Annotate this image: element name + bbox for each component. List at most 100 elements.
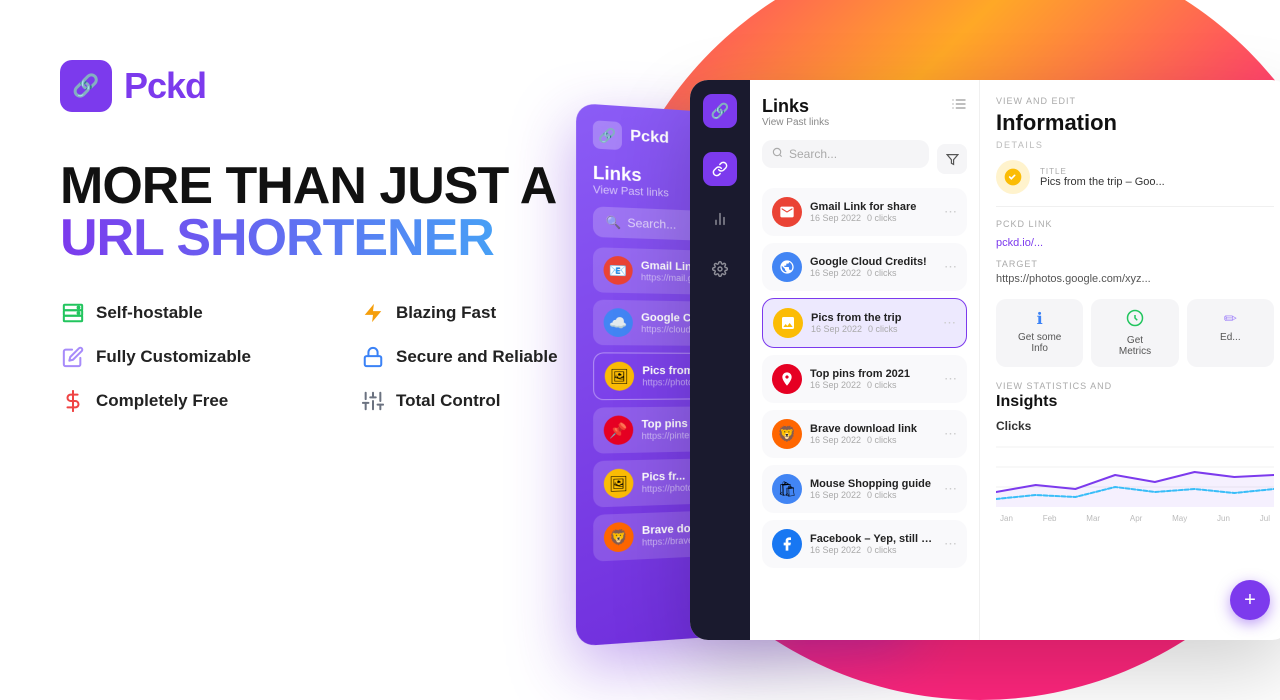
features-grid: Self-hostable Blazing Fast Fully Customi… [60,300,620,414]
chart-label-feb: Feb [1043,514,1057,523]
detail-info-title-content: TITLE Pics from the trip – Goo... [1040,167,1274,188]
links-panel: Links View Past links Search... [750,80,980,640]
pics2-icon-back: 🖼 [604,468,634,498]
gcloud-icon [772,252,802,282]
chart-label-jul: Jul [1260,514,1270,523]
link-card-gmail[interactable]: Gmail Link for share 16 Sep 20220 clicks… [762,188,967,236]
link-card-facebook-info: Facebook – Yep, still use it :( 16 Sep 2… [810,533,936,555]
links-panel-title: Links [762,96,829,117]
link-card-facebook[interactable]: Facebook – Yep, still use it :( 16 Sep 2… [762,520,967,568]
feature-fully-customizable: Fully Customizable [60,344,320,370]
facebook-icon [772,529,802,559]
target-label: TARGET [996,259,1274,269]
search-text-back: Search... [627,216,676,232]
more-icon-4[interactable]: ⋯ [944,371,957,387]
hero-line2: URL SHORTENER [60,212,620,264]
links-panel-header: Links View Past links [762,96,967,128]
feature-label-secure-reliable: Secure and Reliable [396,347,558,367]
more-icon-7[interactable]: ⋯ [944,536,957,552]
more-icon-6[interactable]: ⋯ [944,481,957,497]
more-icon[interactable]: ⋯ [944,204,957,220]
panel-back-title: Pckd [630,128,669,148]
front-sidebar: 🔗 [690,80,750,640]
link-card-pics-name: Pics from the trip [811,312,935,324]
sliders-icon [360,388,386,414]
insights-label: View statistics and [996,381,1274,391]
link-card-gcloud[interactable]: Google Cloud Credits! 16 Sep 20220 click… [762,243,967,291]
search-icon [772,147,783,161]
link-card-pics-meta: 16 Sep 20220 clicks [811,324,935,334]
feature-label-total-control: Total Control [396,391,501,411]
feature-self-hostable: Self-hostable [60,300,320,326]
insights-title: Insights [996,393,1274,411]
link-card-pics[interactable]: Pics from the trip 16 Sep 20220 clicks ⋯ [762,298,967,348]
link-card-pins-info: Top pins from 2021 16 Sep 20220 clicks [810,368,936,390]
logo-text: Pckd [124,65,206,107]
link-card-brave-name: Brave download link [810,423,936,435]
more-icon-5[interactable]: ⋯ [944,426,957,442]
link-card-mouse-name: Mouse Shopping guide [810,478,936,490]
action-btn-info[interactable]: ℹ Get someInfo [996,299,1083,367]
fab-plus-icon: + [1244,589,1256,612]
search-bar[interactable]: Search... [762,140,929,168]
chart-label-mar: Mar [1086,514,1100,523]
title-value: Pics from the trip – Goo... [1040,176,1274,188]
action-btn-info-label: Get someInfo [1002,332,1077,354]
more-icon-3[interactable]: ⋯ [943,315,956,331]
detail-title: Information [996,110,1274,136]
link-card-facebook-meta: 16 Sep 20220 clicks [810,545,936,555]
link-card-pics-info: Pics from the trip 16 Sep 20220 clicks [811,312,935,334]
link-card-pins[interactable]: Top pins from 2021 16 Sep 20220 clicks ⋯ [762,355,967,403]
action-btn-edit-label: Ed... [1193,332,1268,343]
link-card-mouse-meta: 16 Sep 20220 clicks [810,490,936,500]
feature-completely-free: Completely Free [60,388,320,414]
lock-icon [360,344,386,370]
brave-icon-back: 🦁 [604,522,634,553]
detail-info-title: TITLE Pics from the trip – Goo... [996,160,1274,207]
gmail-icon [772,197,802,227]
search-row: Search... [762,140,967,178]
lightning-icon [360,300,386,326]
search-placeholder: Search... [789,147,837,161]
sidebar-icon-links[interactable] [703,152,737,186]
link-card-gcloud-name: Google Cloud Credits! [810,256,936,268]
dollar-icon [60,388,86,414]
link-card-mouse[interactable]: 🛍 Mouse Shopping guide 16 Sep 20220 clic… [762,465,967,513]
pics-icon [773,308,803,338]
sidebar-icon-stats[interactable] [703,202,737,236]
chart-label-jun: Jun [1217,514,1230,523]
feature-label-self-hostable: Self-hostable [96,303,203,323]
app-mockup: 🔗 Pckd Links View Past links 🔍 Search...… [580,80,1280,640]
sort-icon[interactable] [951,96,967,115]
hero-line1: MORE THAN JUST A [60,160,620,212]
pins-icon [772,364,802,394]
pckd-link-value: pckd.io/... [996,237,1274,249]
link-card-brave-meta: 16 Sep 20220 clicks [810,435,936,445]
mouse-icon: 🛍 [772,474,802,504]
links-panel-subtitle: View Past links [762,117,829,128]
left-content: 🔗 Pckd MORE THAN JUST A URL SHORTENER Se… [60,60,620,414]
link-card-gmail-info: Gmail Link for share 16 Sep 20220 clicks [810,201,936,223]
link-card-mouse-info: Mouse Shopping guide 16 Sep 20220 clicks [810,478,936,500]
target-value: https://photos.google.com/xyz... [996,273,1274,285]
feature-secure-reliable: Secure and Reliable [360,344,620,370]
link-card-brave[interactable]: 🦁 Brave download link 16 Sep 20220 click… [762,410,967,458]
link-card-gmail-name: Gmail Link for share [810,201,936,213]
feature-label-completely-free: Completely Free [96,391,228,411]
detail-panel: View and edit Information DETAILS TITLE … [980,80,1280,640]
brave-icon: 🦁 [772,419,802,449]
edit-icon: ✏ [1193,309,1268,329]
action-btn-edit[interactable]: ✏ Ed... [1187,299,1274,367]
action-btn-metrics-label: GetMetrics [1097,335,1172,357]
action-btn-metrics[interactable]: GetMetrics [1091,299,1178,367]
info-icon: ℹ [1002,309,1077,329]
panel-front: 🔗 Links View Past links [690,80,1280,640]
link-card-pins-name: Top pins from 2021 [810,368,936,380]
feature-label-blazing-fast: Blazing Fast [396,303,496,323]
chart-label-jan: Jan [1000,514,1013,523]
fab-add-button[interactable]: + [1230,580,1270,620]
more-icon-2[interactable]: ⋯ [944,259,957,275]
sidebar-icon-settings[interactable] [703,252,737,286]
link-card-gmail-meta: 16 Sep 20220 clicks [810,213,936,223]
filter-button[interactable] [937,144,967,174]
